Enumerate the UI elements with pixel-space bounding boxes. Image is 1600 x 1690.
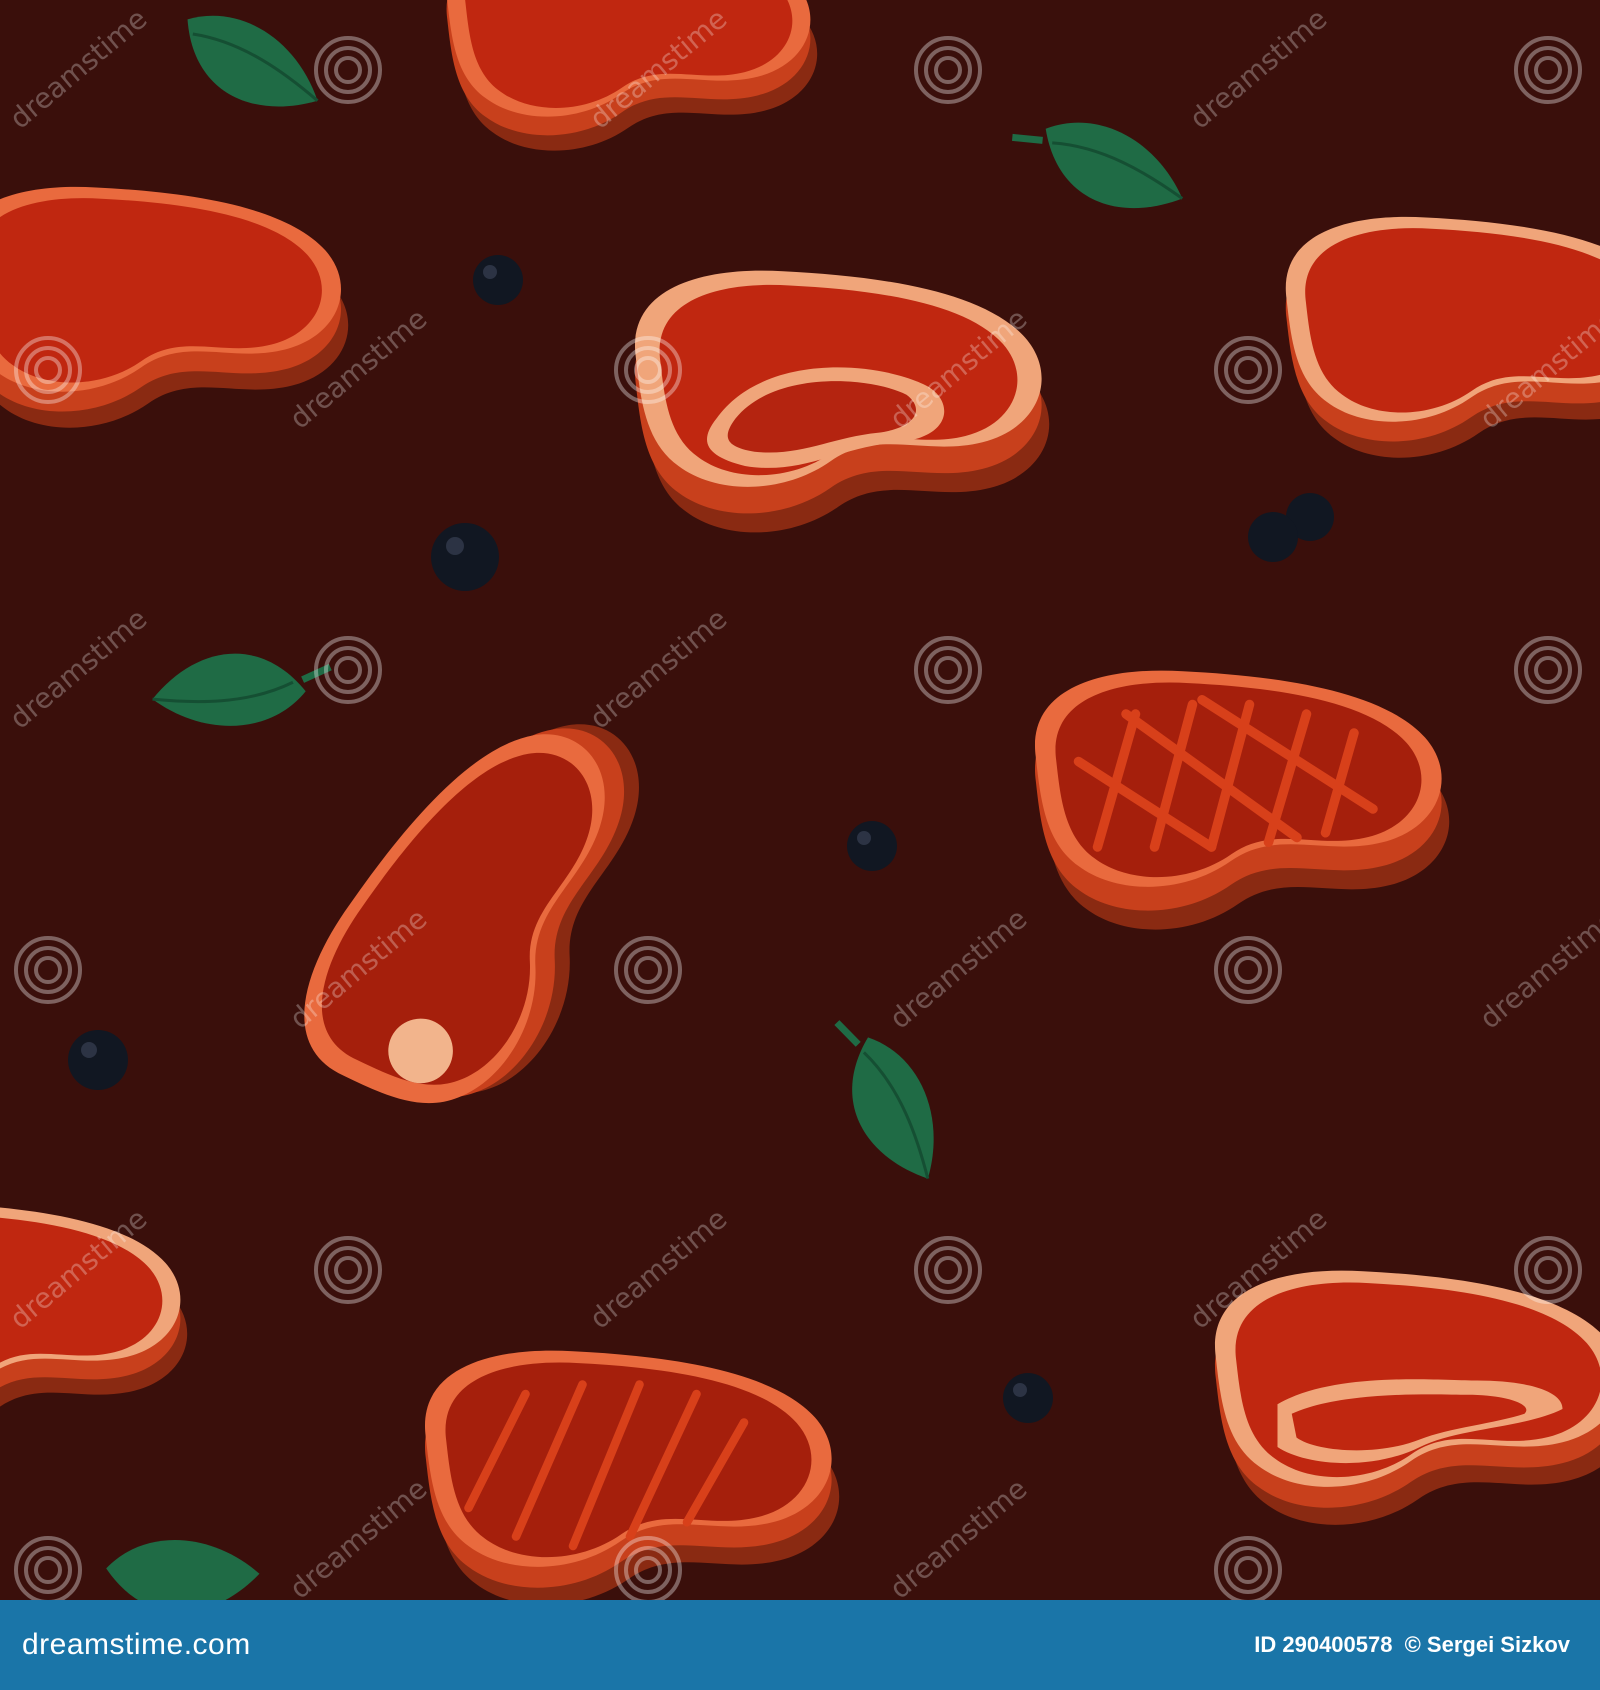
image-id: ID 290400578 bbox=[1254, 1632, 1393, 1657]
steak-pattern: dreamstime dreamstime dreamstime dreamst… bbox=[0, 0, 1600, 1600]
stock-footer-bar: dreamstime.com ID 290400578 © Sergei Siz… bbox=[0, 1600, 1600, 1690]
peppercorn-icon bbox=[431, 523, 499, 591]
peppercorn-icon bbox=[473, 255, 523, 305]
image-canvas: dreamstime dreamstime dreamstime dreamst… bbox=[0, 0, 1600, 1690]
site-name-link[interactable]: dreamstime.com bbox=[22, 1628, 251, 1662]
author-credit: © Sergei Sizkov bbox=[1404, 1632, 1570, 1657]
peppercorn-icon bbox=[68, 1030, 128, 1090]
image-credit: ID 290400578 © Sergei Sizkov bbox=[1248, 1632, 1570, 1658]
footer-brand: dreamstime.com bbox=[22, 1628, 251, 1662]
peppercorn-icon bbox=[1003, 1373, 1053, 1423]
peppercorn-icon bbox=[847, 821, 897, 871]
